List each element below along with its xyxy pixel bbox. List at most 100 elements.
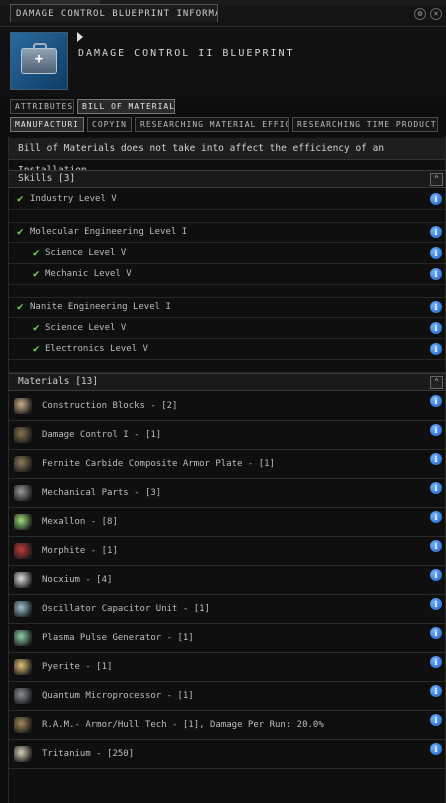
skill-group-spacer (9, 210, 445, 223)
window-controls: ⚙ × (414, 8, 442, 20)
checkmark-icon: ✔ (17, 300, 24, 313)
efficiency-note: Bill of Materials does not take into aff… (9, 138, 445, 176)
material-row[interactable]: Nocxium - [4] i (9, 566, 445, 595)
material-row[interactable]: Quantum Microprocessor - [1] i (9, 682, 445, 711)
material-row[interactable]: Fernite Carbide Composite Armor Plate - … (9, 450, 445, 479)
pyerite-icon (14, 659, 32, 675)
material-label: Damage Control I - [1] (42, 430, 162, 440)
skills-section-header[interactable]: Skills [3] ⌃ (9, 170, 445, 188)
skill-row: ✔ Science Level V i (9, 319, 445, 339)
skills-header-label: Skills [3] (18, 173, 76, 184)
info-icon[interactable]: i (430, 193, 442, 205)
materials-header-label: Materials [13] (18, 376, 99, 387)
capacitor-unit-icon (14, 601, 32, 617)
info-icon[interactable]: i (430, 569, 442, 581)
medkit-case-icon (10, 32, 68, 90)
checkmark-icon: ✔ (17, 225, 24, 238)
skill-row: ✔ Mechanic Level V i (9, 265, 445, 285)
close-icon[interactable]: × (430, 8, 442, 20)
info-icon[interactable]: i (430, 511, 442, 523)
expand-arrow-icon[interactable] (77, 32, 83, 42)
tab-researching-time-productivity[interactable]: RESEARCHING TIME PRODUCTI (292, 117, 438, 132)
tritanium-icon (14, 746, 32, 762)
material-row[interactable]: Tritanium - [250] i (9, 740, 445, 769)
material-row[interactable]: Construction Blocks - [2] i (9, 392, 445, 421)
info-icon[interactable]: i (430, 301, 442, 313)
info-icon[interactable]: i (430, 247, 442, 259)
info-icon[interactable]: i (430, 424, 442, 436)
skill-row: ✔ Electronics Level V i (9, 340, 445, 360)
skill-label: Science Level V (45, 248, 127, 258)
material-label: Oscillator Capacitor Unit - [1] (42, 604, 210, 614)
checkmark-icon: ✔ (33, 246, 40, 259)
material-label: Pyerite - [1] (42, 662, 113, 672)
tab-attributes[interactable]: ATTRIBUTES (10, 99, 74, 114)
info-icon[interactable]: i (430, 268, 442, 280)
material-label: Quantum Microprocessor - [1] (42, 691, 194, 701)
bill-of-materials-panel: Bill of Materials does not take into aff… (8, 136, 446, 803)
material-row[interactable]: Mechanical Parts - [3] i (9, 479, 445, 508)
tab-bar-activities: MANUFACTURI COPYIN RESEARCHING MATERIAL … (10, 117, 438, 132)
material-label: Fernite Carbide Composite Armor Plate - … (42, 459, 275, 469)
skill-row: ✔ Nanite Engineering Level I i (9, 298, 445, 318)
mexallon-icon (14, 514, 32, 530)
material-label: Tritanium - [250] (42, 749, 135, 759)
checkmark-icon: ✔ (17, 192, 24, 205)
tab-researching-material-efficiency[interactable]: RESEARCHING MATERIAL EFFICIE (135, 117, 289, 132)
tab-copying[interactable]: COPYIN (87, 117, 132, 132)
info-icon[interactable]: i (430, 395, 442, 407)
info-icon[interactable]: i (430, 743, 442, 755)
material-label: Morphite - [1] (42, 546, 118, 556)
material-row[interactable]: R.A.M.- Armor/Hull Tech - [1], Damage Pe… (9, 711, 445, 740)
damage-control-icon (14, 427, 32, 443)
info-icon[interactable]: i (430, 482, 442, 494)
materials-section-header[interactable]: Materials [13] ⌃ (9, 373, 445, 391)
tab-bar-primary: ATTRIBUTES BILL OF MATERIALS (10, 99, 175, 114)
tab-manufacturing[interactable]: MANUFACTURI (10, 117, 84, 132)
material-row[interactable]: Oscillator Capacitor Unit - [1] i (9, 595, 445, 624)
material-row[interactable]: Plasma Pulse Generator - [1] i (9, 624, 445, 653)
ram-tech-icon (14, 717, 32, 733)
armor-plate-icon (14, 456, 32, 472)
item-name: DAMAGE CONTROL II BLUEPRINT (78, 48, 295, 59)
material-label: Nocxium - [4] (42, 575, 113, 585)
info-icon[interactable]: i (430, 343, 442, 355)
material-label: Construction Blocks - [2] (42, 401, 178, 411)
skill-group-spacer (9, 360, 445, 373)
mechanical-parts-icon (14, 485, 32, 501)
window-title[interactable]: DAMAGE CONTROL BLUEPRINT INFORMATION (10, 4, 218, 22)
material-row[interactable]: Mexallon - [8] i (9, 508, 445, 537)
info-icon[interactable]: i (430, 685, 442, 697)
material-row[interactable]: Pyerite - [1] i (9, 653, 445, 682)
material-label: R.A.M.- Armor/Hull Tech - [1], Damage Pe… (42, 720, 324, 730)
skill-label: Mechanic Level V (45, 269, 132, 279)
settings-icon[interactable]: ⚙ (414, 8, 426, 20)
microprocessor-icon (14, 688, 32, 704)
chevron-up-icon[interactable]: ⌃ (430, 173, 443, 186)
skill-row: ✔ Industry Level V i (9, 190, 445, 210)
skill-label: Industry Level V (30, 194, 117, 204)
pulse-generator-icon (14, 630, 32, 646)
info-icon[interactable]: i (430, 656, 442, 668)
info-icon[interactable]: i (430, 453, 442, 465)
skill-label: Science Level V (45, 323, 127, 333)
skill-group-spacer (9, 285, 445, 298)
material-row[interactable]: Damage Control I - [1] i (9, 421, 445, 450)
info-icon[interactable]: i (430, 627, 442, 639)
tab-bill-of-materials[interactable]: BILL OF MATERIALS (77, 99, 175, 114)
info-icon[interactable]: i (430, 322, 442, 334)
skill-label: Electronics Level V (45, 344, 148, 354)
checkmark-icon: ✔ (33, 321, 40, 334)
info-icon[interactable]: i (430, 226, 442, 238)
material-label: Mechanical Parts - [3] (42, 488, 162, 498)
material-label: Plasma Pulse Generator - [1] (42, 633, 194, 643)
chevron-up-icon[interactable]: ⌃ (430, 376, 443, 389)
info-icon[interactable]: i (430, 598, 442, 610)
info-icon[interactable]: i (430, 714, 442, 726)
construction-blocks-icon (14, 398, 32, 414)
checkmark-icon: ✔ (33, 342, 40, 355)
morphite-icon (14, 543, 32, 559)
material-row[interactable]: Morphite - [1] i (9, 537, 445, 566)
material-label: Mexallon - [8] (42, 517, 118, 527)
info-icon[interactable]: i (430, 540, 442, 552)
